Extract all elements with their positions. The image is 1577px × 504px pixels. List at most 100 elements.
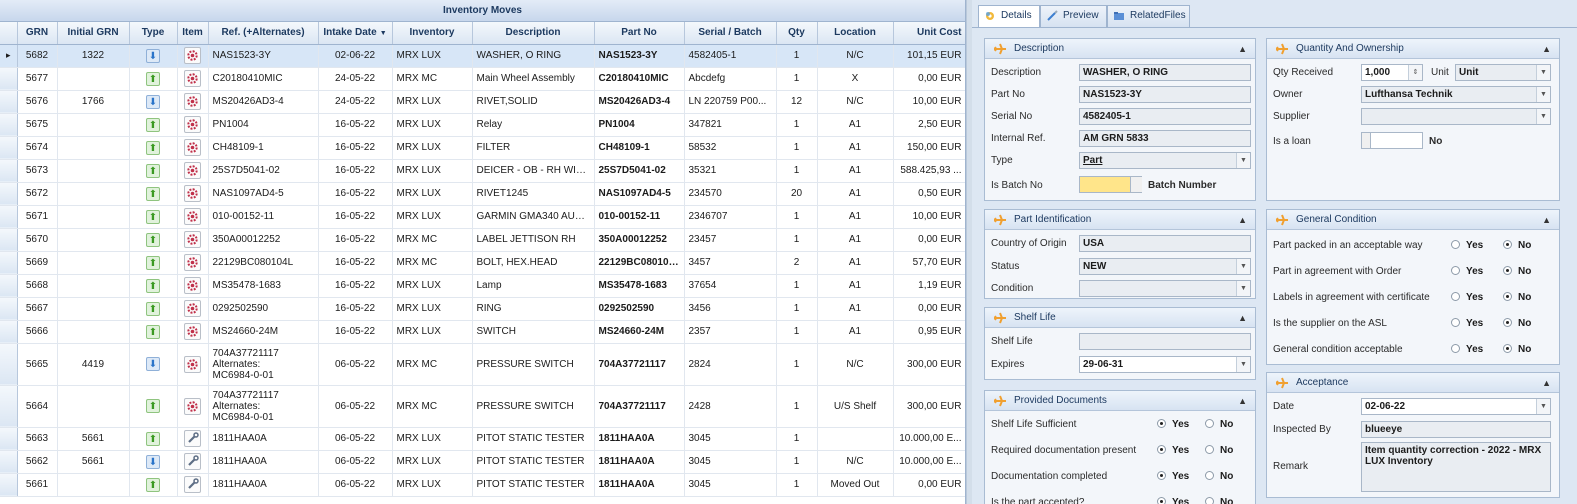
chevron-down-icon[interactable]: ▼ [1236, 259, 1250, 274]
table-row[interactable]: 5666 ⬆ MS24660-24M 16-05-22 MRX LUX SWITCH MS2… [0, 320, 965, 344]
gear-icon[interactable] [184, 70, 201, 87]
part-no-field[interactable]: NAS1523-3Y [1079, 86, 1251, 103]
owner-dropdown[interactable]: Lufthansa Technik ▼ [1361, 86, 1551, 103]
radio-no[interactable]: No [1205, 445, 1233, 456]
batch-toggle[interactable] [1079, 176, 1142, 193]
description-field[interactable]: WASHER, O RING [1079, 64, 1251, 81]
chevron-down-icon[interactable]: ▼ [1536, 399, 1550, 414]
stepper-icon[interactable]: ⇕ [1408, 65, 1422, 80]
column-header-ref[interactable]: Ref. (+Alternates) [208, 22, 319, 45]
gear-icon[interactable] [184, 139, 201, 156]
table-row[interactable]: 5665 4419 ⬇ 704A37721117 Alternates: MC6984-0… [0, 343, 965, 386]
status-dropdown[interactable]: NEW ▼ [1079, 258, 1251, 275]
chevron-down-icon[interactable]: ▼ [1536, 109, 1550, 124]
chevron-down-icon[interactable]: ▼ [1536, 87, 1550, 102]
tool-icon[interactable] [184, 453, 201, 470]
supplier-dropdown[interactable]: ▼ [1361, 108, 1551, 125]
radio-no[interactable]: No [1205, 419, 1233, 430]
acceptance-date-picker[interactable]: 02-06-22 ▼ [1361, 398, 1551, 415]
radio-no[interactable]: No [1503, 318, 1531, 329]
acceptance-panel-header[interactable]: Acceptance ▲ [1267, 373, 1559, 393]
table-row[interactable]: 5677 ⬆ C20180410MIC 24-05-22 MRX MC Main Whee… [0, 67, 965, 91]
gear-icon[interactable] [184, 300, 201, 317]
collapse-icon[interactable]: ▲ [1238, 391, 1247, 411]
table-row[interactable]: 5673 ⬆ 25S7D5041-02 16-05-22 MRX LUX DEICER -… [0, 159, 965, 183]
gear-icon[interactable] [184, 116, 201, 133]
column-header-initial-grn[interactable]: Initial GRN [57, 22, 130, 45]
gear-icon[interactable] [184, 231, 201, 248]
collapse-icon[interactable]: ▲ [1238, 308, 1247, 328]
column-header-type[interactable]: Type [129, 22, 178, 45]
internal-ref-field[interactable]: AM GRN 5833 [1079, 130, 1251, 147]
quantity-panel-header[interactable]: Quantity And Ownership ▲ [1267, 39, 1559, 59]
chevron-down-icon[interactable]: ▼ [1236, 153, 1250, 168]
radio-no[interactable]: No [1205, 497, 1233, 504]
column-header-qty[interactable]: Qty [776, 22, 818, 45]
shelf-life-panel-header[interactable]: Shelf Life ▲ [985, 308, 1255, 328]
type-dropdown[interactable]: Part ▼ [1079, 152, 1251, 169]
gear-icon[interactable] [184, 47, 201, 64]
inspected-by-field[interactable]: blueeye [1361, 421, 1551, 438]
collapse-icon[interactable]: ▲ [1542, 373, 1551, 393]
table-row[interactable]: 5672 ⬆ NAS1097AD4-5 16-05-22 MRX LUX RIVET124… [0, 182, 965, 206]
table-row[interactable]: 5668 ⬆ MS35478-1683 16-05-22 MRX LUX Lamp MS… [0, 274, 965, 298]
table-row[interactable]: 5661 ⬆ 1811HAA0A 06-05-22 MRX LUX PITOT STATI… [0, 473, 965, 497]
collapse-icon[interactable]: ▲ [1542, 39, 1551, 59]
description-panel-header[interactable]: Description ▲ [985, 39, 1255, 59]
documents-panel-header[interactable]: Provided Documents ▲ [985, 391, 1255, 411]
tab-relatedfiles[interactable]: RelatedFiles [1107, 5, 1190, 27]
general-condition-panel-header[interactable]: General Condition ▲ [1267, 210, 1559, 230]
part-id-panel-header[interactable]: Part Identification ▲ [985, 210, 1255, 230]
remark-field[interactable]: Item quantity correction - 2022 - MRX LU… [1361, 442, 1551, 492]
radio-yes[interactable]: Yes [1157, 419, 1189, 430]
gear-icon[interactable] [184, 162, 201, 179]
chevron-down-icon[interactable]: ▼ [1236, 357, 1250, 372]
radio-yes[interactable]: Yes [1157, 497, 1189, 504]
radio-no[interactable]: No [1503, 292, 1531, 303]
shelf-life-field[interactable] [1079, 333, 1251, 350]
tab-preview[interactable]: Preview [1040, 5, 1107, 27]
column-header-grn[interactable]: GRN [17, 22, 58, 45]
chevron-down-icon[interactable]: ▼ [1536, 65, 1550, 80]
serial-no-field[interactable]: 4582405-1 [1079, 108, 1251, 125]
column-header-serial-batch[interactable]: Serial / Batch [684, 22, 777, 45]
expires-date-picker[interactable]: 29-06-31 ▼ [1079, 356, 1251, 373]
radio-yes[interactable]: Yes [1451, 266, 1483, 277]
table-row[interactable]: 5670 ⬆ 350A00012252 16-05-22 MRX MC LABEL JET… [0, 228, 965, 252]
table-row[interactable]: 5674 ⬆ CH48109-1 16-05-22 MRX LUX FILTER CH481… [0, 136, 965, 160]
gear-icon[interactable] [184, 185, 201, 202]
loan-toggle[interactable] [1361, 132, 1423, 149]
gear-icon[interactable] [184, 93, 201, 110]
radio-yes[interactable]: Yes [1451, 240, 1483, 251]
country-field[interactable]: USA [1079, 235, 1251, 252]
radio-no[interactable]: No [1503, 266, 1531, 277]
tool-icon[interactable] [184, 476, 201, 493]
gear-icon[interactable] [184, 355, 201, 373]
column-header-location[interactable]: Location [817, 22, 894, 45]
radio-yes[interactable]: Yes [1451, 344, 1483, 355]
column-header-item[interactable]: Item [177, 22, 209, 45]
radio-yes[interactable]: Yes [1451, 318, 1483, 329]
gear-icon[interactable] [184, 323, 201, 340]
table-row[interactable]: 5671 ⬆ 010-00152-11 16-05-22 MRX LUX GARMIN G… [0, 205, 965, 229]
unit-dropdown[interactable]: Unit ▼ [1455, 64, 1551, 81]
table-row[interactable]: 5669 ⬆ 22129BC080104L 16-05-22 MRX MC BOLT, H… [0, 251, 965, 275]
radio-no[interactable]: No [1503, 344, 1531, 355]
radio-yes[interactable]: Yes [1157, 445, 1189, 456]
gear-icon[interactable] [184, 277, 201, 294]
collapse-icon[interactable]: ▲ [1542, 210, 1551, 230]
table-row[interactable]: 5664 ⬆ 704A37721117 Alternates: MC6984-0-01 0… [0, 385, 965, 428]
radio-no[interactable]: No [1205, 471, 1233, 482]
column-header-intake-date[interactable]: Intake Date ▼ [318, 22, 393, 45]
column-header-part-no[interactable]: Part No [594, 22, 685, 45]
chevron-down-icon[interactable]: ▼ [1236, 281, 1250, 296]
qty-received-stepper[interactable]: 1,000 ⇕ [1361, 64, 1423, 81]
condition-dropdown[interactable]: ▼ [1079, 280, 1251, 297]
column-header-description[interactable]: Description [472, 22, 595, 45]
radio-yes[interactable]: Yes [1157, 471, 1189, 482]
radio-yes[interactable]: Yes [1451, 292, 1483, 303]
gear-icon[interactable] [184, 254, 201, 271]
table-row[interactable]: 5676 1766 ⬇ MS20426AD3-4 24-05-22 MRX LUX RIVE… [0, 90, 965, 114]
collapse-icon[interactable]: ▲ [1238, 39, 1247, 59]
tab-details[interactable]: Details [978, 5, 1040, 28]
